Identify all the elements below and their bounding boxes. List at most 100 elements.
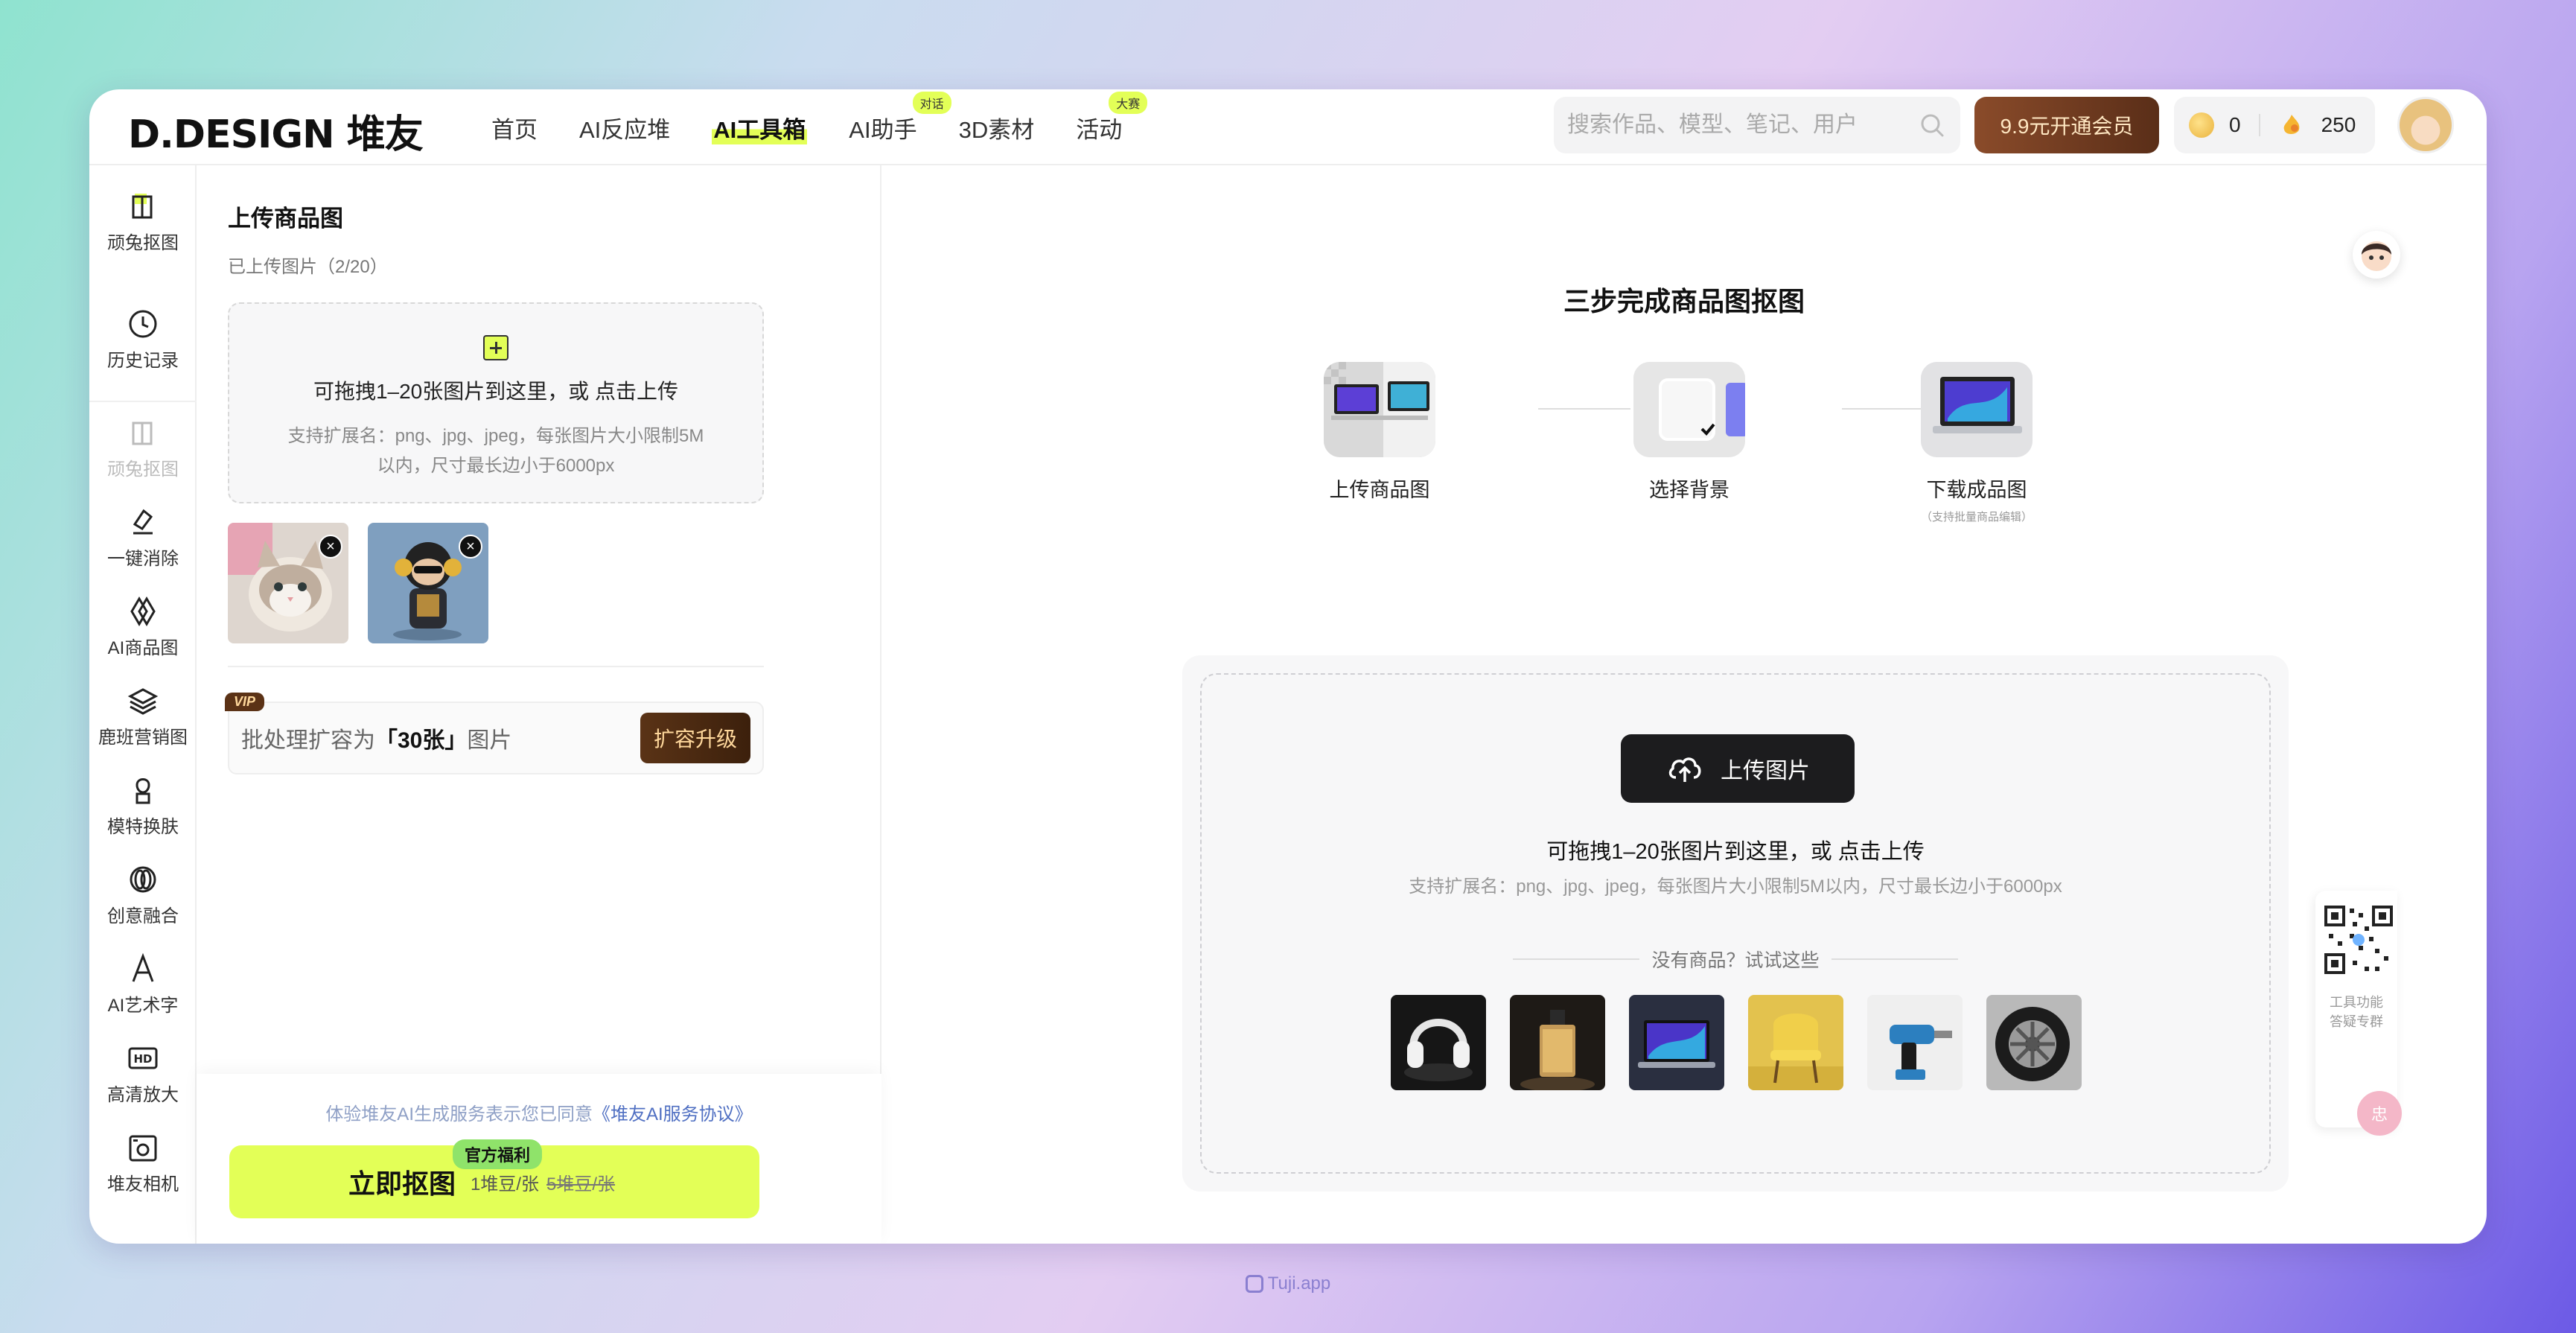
step-upload-image xyxy=(1324,362,1435,457)
rail-item-art-text[interactable]: AI艺术字 xyxy=(89,952,197,1017)
nav-item-label: AI助手 xyxy=(849,116,917,143)
start-cutout-label: 立即抠图 xyxy=(348,1168,456,1199)
assistant-avatar-button[interactable] xyxy=(2353,231,2400,279)
vip-membership-button[interactable]: 9.9元开通会员 xyxy=(1974,97,2159,153)
rail-item-label: 堆友相机 xyxy=(107,1174,179,1194)
qr-text-line-2: 答疑专群 xyxy=(2330,1014,2383,1029)
sample-headphones[interactable] xyxy=(1391,995,1486,1090)
agreement-text: 体验堆友AI生成服务表示您已同意《堆友AI服务协议》 xyxy=(197,1099,881,1125)
rail-item-label: 创意融合 xyxy=(107,906,179,926)
step-download-image xyxy=(1921,362,2033,457)
model-icon xyxy=(136,778,150,804)
sample-laptop[interactable] xyxy=(1629,995,1724,1090)
upload-image-button[interactable]: 上传图片 xyxy=(1621,734,1855,803)
nav-item-ai-assistant[interactable]: AI助手 对话 xyxy=(849,91,951,144)
nav-item-home[interactable]: 首页 xyxy=(491,111,538,144)
upgrade-text-prefix: 批处理扩容为 xyxy=(241,728,375,753)
svg-text:HD: HD xyxy=(133,1052,152,1066)
wallet[interactable]: 0 250 xyxy=(2174,97,2375,153)
divider xyxy=(228,666,764,667)
watermark: Tuji.app xyxy=(0,1273,2576,1294)
main-upload-dropzone[interactable]: 上传图片 可拖拽1–20张图片到这里，或 点击上传 支持扩展名：png、jpg、… xyxy=(1200,673,2271,1174)
remove-thumbnail-button[interactable]: × xyxy=(319,535,342,559)
rail-item-fusion[interactable]: 创意融合 xyxy=(89,862,197,927)
user-avatar[interactable] xyxy=(2397,97,2454,153)
hd-icon: HD xyxy=(128,1047,158,1069)
rail-item-model-skin[interactable]: 模特换肤 xyxy=(89,773,197,838)
try-samples-text: 没有商品？试试这些 xyxy=(1651,950,1820,971)
sample-chair[interactable] xyxy=(1748,995,1843,1090)
cutout-icon xyxy=(132,421,153,445)
coin-count: 0 xyxy=(2229,113,2241,136)
art-text-icon xyxy=(132,952,154,982)
rail-item-cutout-secondary[interactable]: 顽兔抠图 xyxy=(89,416,197,480)
upload-card: 上传图片 可拖拽1–20张图片到这里，或 点击上传 支持扩展名：png、jpg、… xyxy=(1182,655,2289,1192)
fusion-icon xyxy=(130,866,156,893)
rail-item-eraser[interactable]: 一键消除 xyxy=(89,505,197,570)
remove-thumbnail-button[interactable]: × xyxy=(459,535,482,559)
step-label: 上传商品图 xyxy=(1329,479,1430,501)
step-label: 选择背景 xyxy=(1649,479,1729,501)
panel-title: 上传商品图 xyxy=(228,206,343,232)
rail-item-ai-product[interactable]: AI商品图 xyxy=(89,594,197,659)
chat-fab-button[interactable]: 忠 xyxy=(2357,1091,2402,1136)
sample-tire[interactable] xyxy=(1986,995,2082,1090)
sample-perfume[interactable] xyxy=(1510,995,1605,1090)
divider-line xyxy=(1513,958,1640,960)
upload-dropzone[interactable]: 可拖拽1–20张图片到这里，或 点击上传 支持扩展名：png、jpg、jpeg，… xyxy=(228,302,764,503)
upgrade-text: 批处理扩容为「30张」图片 xyxy=(241,722,640,754)
upload-panel: 上传商品图 已上传图片（2/20） 可拖拽1–20张图片到这里，或 点击上传 支… xyxy=(197,165,881,1244)
search-input[interactable] xyxy=(1567,112,1917,138)
search-box xyxy=(1554,97,1960,153)
clock-icon xyxy=(129,310,157,338)
upload-instruction: 可拖拽1–20张图片到这里，或 点击上传 xyxy=(1546,840,1925,864)
plus-icon xyxy=(483,335,508,360)
start-cutout-button[interactable]: 官方福利 立即抠图 1堆豆/张 5堆豆/张 xyxy=(229,1139,759,1218)
step-upload: 上传商品图 xyxy=(1324,362,1435,503)
tool-rail: 顽兔抠图 历史记录 顽兔抠图 一键消除 AI商品图 鹿班营销图 模特换肤 创意融… xyxy=(89,165,197,1244)
nav-item-ai-reactor[interactable]: AI反应堆 xyxy=(579,111,670,144)
cutout-icon xyxy=(132,194,153,219)
nav-item-events[interactable]: 活动 大赛 xyxy=(1076,91,1148,144)
bean-count: 250 xyxy=(2321,113,2356,136)
thumbnail-cat[interactable]: × xyxy=(228,523,348,643)
search-icon[interactable] xyxy=(1917,110,1947,140)
rail-item-cutout[interactable]: 顽兔抠图 xyxy=(89,189,197,254)
brand-logo[interactable]: D.DESIGN 堆友 xyxy=(128,103,424,159)
price-text: 1堆豆/张 5堆豆/张 xyxy=(471,1169,615,1195)
steps-title: 三步完成商品图抠图 xyxy=(1563,286,1805,316)
rail-item-camera[interactable]: 堆友相机 xyxy=(89,1130,197,1195)
perk-badge: 官方福利 xyxy=(453,1139,543,1169)
rail-item-hd-upscale[interactable]: HD 高清放大 xyxy=(89,1041,197,1106)
nav-item-3d-assets[interactable]: 3D素材 xyxy=(959,111,1035,144)
rail-item-label: 历史记录 xyxy=(107,351,179,371)
panel-footer: 体验堆友AI生成服务表示您已同意《堆友AI服务协议》 官方福利 立即抠图 1堆豆… xyxy=(197,1074,881,1244)
coin-icon xyxy=(2189,112,2214,138)
rail-item-label: 高清放大 xyxy=(107,1085,179,1105)
rail-item-history[interactable]: 历史记录 xyxy=(89,307,197,372)
agreement-prefix: 体验堆友AI生成服务表示您已同意 xyxy=(325,1104,593,1124)
vip-tag: VIP xyxy=(225,693,265,711)
app-window: D.DESIGN 堆友 首页 AI反应堆 AI工具箱 AI助手 对话 3D素材 … xyxy=(89,89,2487,1244)
thumbnail-figure[interactable]: × xyxy=(368,523,488,643)
rail-item-label: 顽兔抠图 xyxy=(107,459,179,480)
top-nav: D.DESIGN 堆友 首页 AI反应堆 AI工具箱 AI助手 对话 3D素材 … xyxy=(89,89,2487,165)
step-background-image xyxy=(1633,362,1745,457)
rail-item-marketing[interactable]: 鹿班营销图 xyxy=(89,684,197,748)
step-download: 下载成品图 （支持批量商品编辑） xyxy=(1921,362,2033,524)
divider xyxy=(2258,114,2260,136)
nav-item-ai-toolbox[interactable]: AI工具箱 xyxy=(712,110,808,144)
rail-item-label: 模特换肤 xyxy=(107,817,179,837)
qr-text-line-1: 工具功能 xyxy=(2330,995,2383,1010)
expand-upgrade-button[interactable]: 扩容升级 xyxy=(640,713,750,763)
cloud-upload-icon xyxy=(1668,757,1701,782)
sample-drill[interactable] xyxy=(1867,995,1963,1090)
watermark-text: Tuji.app xyxy=(1267,1273,1331,1294)
camera-icon xyxy=(129,1135,157,1162)
rail-item-label: AI商品图 xyxy=(107,638,179,658)
rail-item-label: 一键消除 xyxy=(107,549,179,569)
service-agreement-link[interactable]: 《堆友AI服务协议》 xyxy=(593,1104,753,1124)
dropzone-hint: 支持扩展名：png、jpg、jpeg，每张图片大小限制5M以内，尺寸最长边小于6… xyxy=(287,426,704,476)
divider-line xyxy=(1831,958,1958,960)
nav-menu: 首页 AI反应堆 AI工具箱 AI助手 对话 3D素材 活动 大赛 xyxy=(491,89,1164,165)
